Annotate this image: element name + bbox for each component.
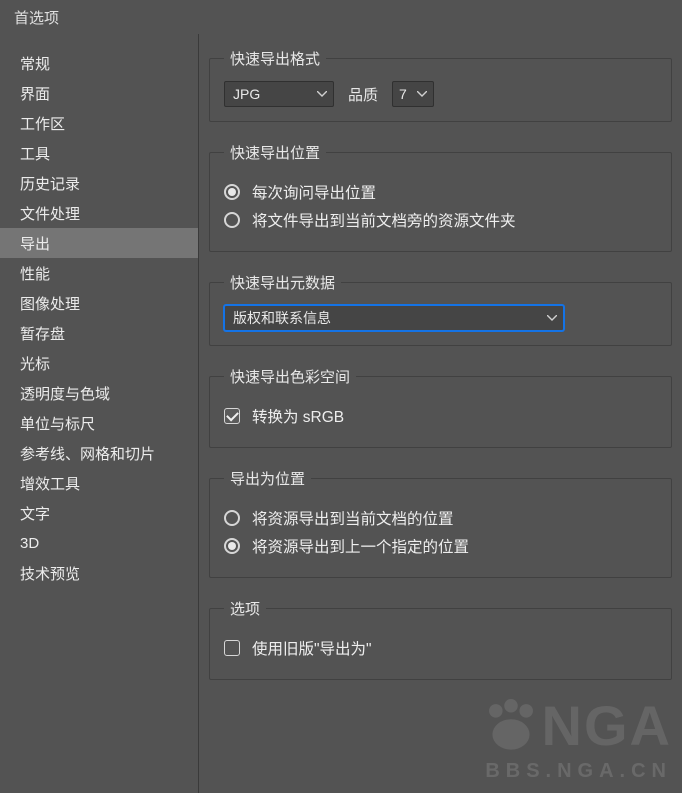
group-quick-export-colorspace: 快速导出色彩空间 转换为 sRGB bbox=[209, 366, 672, 448]
checkbox-convert-srgb[interactable]: 转换为 sRGB bbox=[224, 405, 657, 427]
sidebar-item-label: 图像处理 bbox=[20, 293, 80, 314]
watermark: NGA BBS.NGA.CN bbox=[484, 698, 672, 783]
group-quick-export-format: 快速导出格式 JPG 品质 7 bbox=[209, 48, 672, 122]
group-legend: 快速导出位置 bbox=[224, 142, 326, 163]
group-legend: 快速导出元数据 bbox=[224, 272, 341, 293]
sidebar-item-label: 历史记录 bbox=[20, 173, 80, 194]
sidebar-item-workspace[interactable]: 工作区 bbox=[0, 108, 198, 138]
sidebar-item-plugins[interactable]: 增效工具 bbox=[0, 468, 198, 498]
sidebar-item-label: 参考线、网格和切片 bbox=[20, 443, 155, 464]
radio-label: 将资源导出到上一个指定的位置 bbox=[252, 535, 469, 557]
sidebar-item-label: 界面 bbox=[20, 83, 50, 104]
sidebar-item-export[interactable]: 导出 bbox=[0, 228, 198, 258]
sidebar-item-label: 单位与标尺 bbox=[20, 413, 95, 434]
sidebar-item-label: 工作区 bbox=[20, 113, 65, 134]
group-quick-export-metadata: 快速导出元数据 版权和联系信息 bbox=[209, 272, 672, 346]
sidebar-item-label: 工具 bbox=[20, 143, 50, 164]
metadata-select[interactable]: 版权和联系信息 bbox=[224, 305, 564, 331]
radio-label: 将资源导出到当前文档的位置 bbox=[252, 507, 454, 529]
group-legend: 选项 bbox=[224, 598, 266, 619]
sidebar-item-label: 光标 bbox=[20, 353, 50, 374]
radio-label: 将文件导出到当前文档旁的资源文件夹 bbox=[252, 209, 516, 231]
sidebar-item-label: 文件处理 bbox=[20, 203, 80, 224]
group-options: 选项 使用旧版"导出为" bbox=[209, 598, 672, 680]
checkbox-label: 使用旧版"导出为" bbox=[252, 637, 372, 659]
radio-ask-each-time[interactable]: 每次询问导出位置 bbox=[224, 181, 657, 203]
sidebar-item-label: 技术预览 bbox=[20, 563, 80, 584]
sidebar-item-scratch-disks[interactable]: 暂存盘 bbox=[0, 318, 198, 348]
sidebar-item-transparency[interactable]: 透明度与色域 bbox=[0, 378, 198, 408]
radio-icon bbox=[224, 510, 240, 526]
group-legend: 快速导出色彩空间 bbox=[224, 366, 356, 387]
quality-label: 品质 bbox=[348, 84, 378, 105]
sidebar-item-type[interactable]: 文字 bbox=[0, 498, 198, 528]
sidebar-item-label: 性能 bbox=[20, 263, 50, 284]
sidebar-item-label: 透明度与色域 bbox=[20, 383, 110, 404]
sidebar-item-label: 暂存盘 bbox=[20, 323, 65, 344]
sidebar-item-general[interactable]: 常规 bbox=[0, 48, 198, 78]
radio-export-to-doc-location[interactable]: 将资源导出到当前文档的位置 bbox=[224, 507, 657, 529]
checkbox-use-legacy-export-as[interactable]: 使用旧版"导出为" bbox=[224, 637, 657, 659]
radio-label: 每次询问导出位置 bbox=[252, 181, 376, 203]
sidebar-item-label: 文字 bbox=[20, 503, 50, 524]
checkbox-icon bbox=[224, 640, 240, 656]
dialog-body: 常规 界面 工作区 工具 历史记录 文件处理 导出 性能 图像处理 暂存盘 光标… bbox=[0, 34, 682, 793]
radio-icon bbox=[224, 184, 240, 200]
group-quick-export-location: 快速导出位置 每次询问导出位置 将文件导出到当前文档旁的资源文件夹 bbox=[209, 142, 672, 252]
group-legend: 快速导出格式 bbox=[224, 48, 326, 69]
sidebar-item-interface[interactable]: 界面 bbox=[0, 78, 198, 108]
sidebar-item-history[interactable]: 历史记录 bbox=[0, 168, 198, 198]
radio-icon bbox=[224, 538, 240, 554]
watermark-text: NGA bbox=[542, 698, 672, 754]
sidebar-item-performance[interactable]: 性能 bbox=[0, 258, 198, 288]
sidebar-item-3d[interactable]: 3D bbox=[0, 528, 198, 558]
checkbox-icon bbox=[224, 408, 240, 424]
sidebar-item-label: 3D bbox=[20, 535, 39, 552]
radio-export-to-last-location[interactable]: 将资源导出到上一个指定的位置 bbox=[224, 535, 657, 557]
sidebar-item-units[interactable]: 单位与标尺 bbox=[0, 408, 198, 438]
radio-icon bbox=[224, 212, 240, 228]
group-export-as-location: 导出为位置 将资源导出到当前文档的位置 将资源导出到上一个指定的位置 bbox=[209, 468, 672, 578]
sidebar-item-label: 常规 bbox=[20, 53, 50, 74]
file-format-select[interactable]: JPG bbox=[224, 81, 334, 107]
preferences-panel-export: 快速导出格式 JPG 品质 7 快速导出位置 每次询问导出位置 将文件导出到当前… bbox=[199, 34, 682, 793]
sidebar-item-label: 导出 bbox=[20, 233, 50, 254]
checkbox-label: 转换为 sRGB bbox=[252, 405, 344, 427]
window-titlebar: 首选项 bbox=[0, 0, 682, 34]
watermark-url: BBS.NGA.CN bbox=[484, 760, 672, 783]
preferences-sidebar: 常规 界面 工作区 工具 历史记录 文件处理 导出 性能 图像处理 暂存盘 光标… bbox=[0, 34, 199, 793]
sidebar-item-tools[interactable]: 工具 bbox=[0, 138, 198, 168]
radio-export-to-assets-folder[interactable]: 将文件导出到当前文档旁的资源文件夹 bbox=[224, 209, 657, 231]
sidebar-item-image-processing[interactable]: 图像处理 bbox=[0, 288, 198, 318]
sidebar-item-cursors[interactable]: 光标 bbox=[0, 348, 198, 378]
sidebar-item-tech-preview[interactable]: 技术预览 bbox=[0, 558, 198, 588]
group-legend: 导出为位置 bbox=[224, 468, 311, 489]
window-title: 首选项 bbox=[14, 7, 59, 28]
quality-select[interactable]: 7 bbox=[392, 81, 434, 107]
sidebar-item-label: 增效工具 bbox=[20, 473, 80, 494]
sidebar-item-file-handling[interactable]: 文件处理 bbox=[0, 198, 198, 228]
sidebar-item-guides[interactable]: 参考线、网格和切片 bbox=[0, 438, 198, 468]
bear-paw-icon bbox=[484, 699, 538, 753]
